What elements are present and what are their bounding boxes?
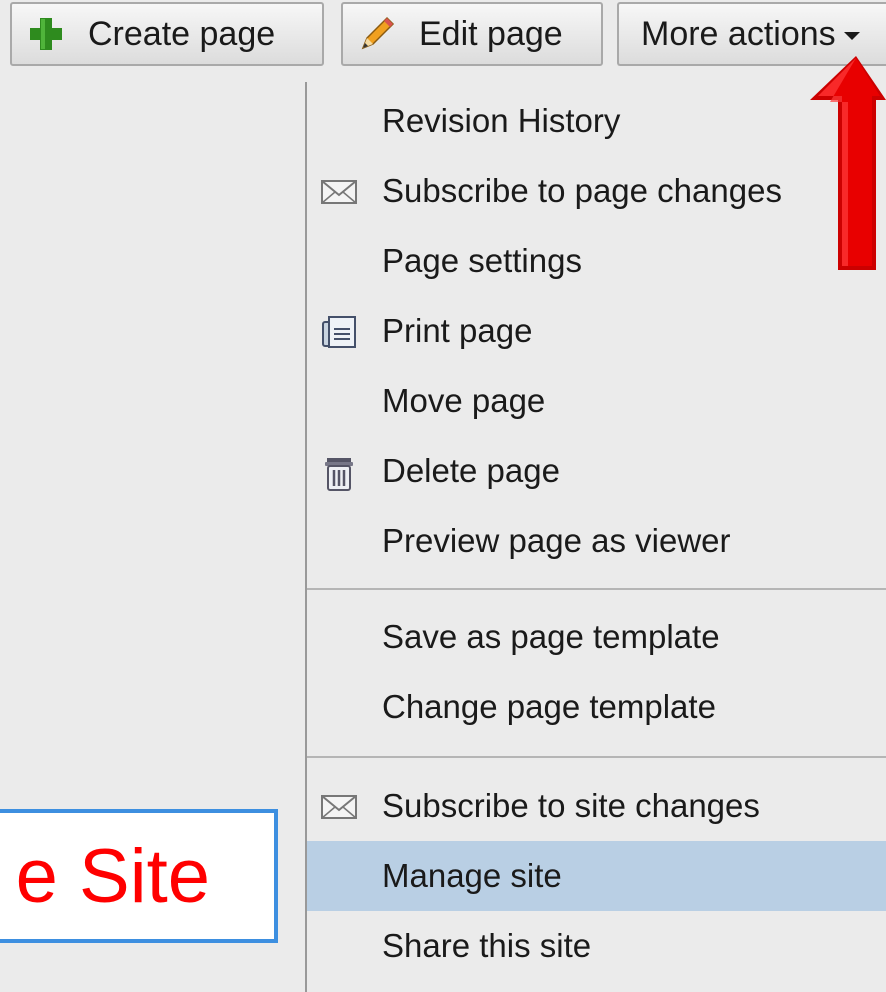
edit-page-label: Edit page [419,14,563,53]
menu-separator [307,588,886,590]
envelope-icon [319,789,359,825]
red-arrow-annotation [810,56,886,270]
menu-item-subscribe-site[interactable]: Subscribe to site changes [307,771,886,841]
plus-icon [26,14,66,54]
pencil-icon [357,14,397,54]
callout-text: e Site [15,833,210,919]
menu-item-move-page[interactable]: Move page [307,366,886,436]
trash-icon [319,454,359,491]
envelope-icon [319,174,359,210]
menu-separator [307,756,886,758]
printer-icon [319,314,359,350]
more-actions-label: More actions [641,14,836,53]
menu-item-share-site[interactable]: Share this site [307,911,886,981]
menu-item-manage-site[interactable]: Manage site [307,841,886,911]
edit-page-button[interactable]: Edit page [341,2,603,66]
caret-down-icon [843,32,860,40]
menu-item-change-template[interactable]: Change page template [307,672,886,742]
menu-item-preview-as-viewer[interactable]: Preview page as viewer [307,506,886,576]
menu-item-delete-page[interactable]: Delete page [307,436,886,506]
more-actions-menu: Revision History Subscribe to page chang… [305,82,886,992]
create-page-button[interactable]: Create page [10,2,324,66]
toolbar: Create page Edit page More actions [0,0,886,80]
menu-item-save-as-template[interactable]: Save as page template [307,602,886,672]
menu-item-print-page[interactable]: Print page [307,296,886,366]
create-page-label: Create page [88,14,276,53]
callout-label: e Site [0,809,278,943]
